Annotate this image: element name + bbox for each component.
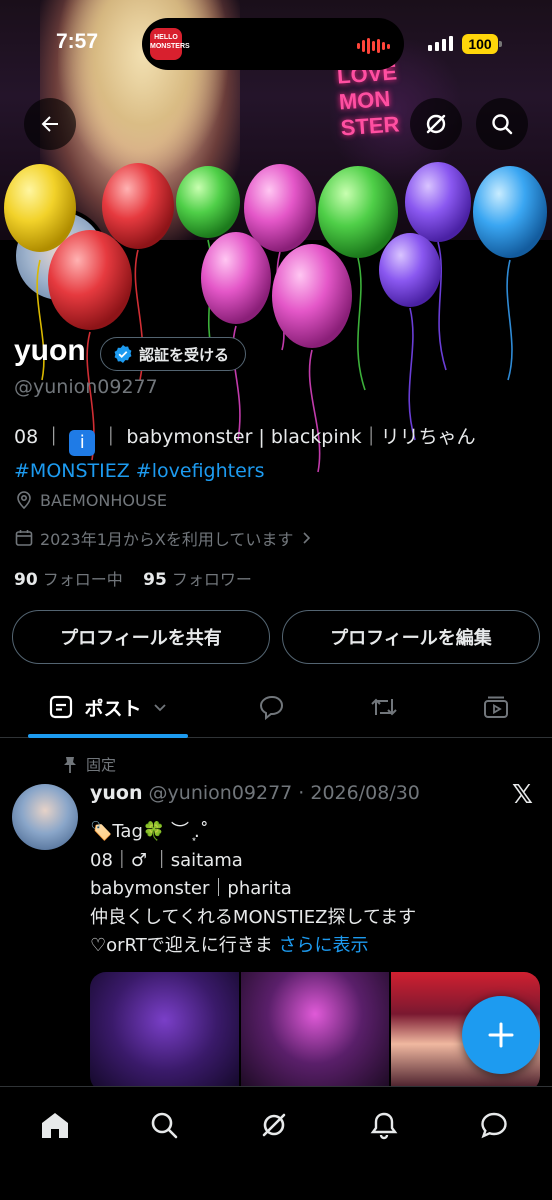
follow-counts: 90 フォロー中 95 フォロワー	[14, 566, 252, 590]
search-button[interactable]	[476, 98, 528, 150]
post-line: ♡orRTで迎えに行きま	[90, 935, 273, 956]
profile-bio: 08 ｜ i ｜ babymonster | blackpink｜リリちゃん #…	[14, 422, 544, 486]
pin-icon	[64, 756, 76, 773]
edit-profile-button[interactable]: プロフィールを編集	[282, 610, 540, 664]
profile-name: yuon	[14, 334, 86, 367]
bell-icon	[370, 1112, 398, 1140]
compose-post-button[interactable]	[462, 996, 540, 1074]
post-text[interactable]: 🏷️Tag🍀 ︶ ͙.˚ 08｜♂ ｜saitama babymonster｜p…	[90, 818, 540, 961]
followers-label: フォロワー	[171, 570, 252, 589]
media-icon	[484, 696, 508, 718]
tab-reposts[interactable]	[364, 676, 404, 738]
chevron-right-icon	[303, 532, 311, 544]
cellular-signal-icon	[428, 36, 453, 51]
nav-notifications[interactable]	[364, 1105, 404, 1145]
message-icon	[481, 1112, 507, 1139]
profile-location: BAEMONHOUSE	[14, 490, 167, 510]
search-icon	[151, 1112, 178, 1139]
status-time: 7:57	[56, 30, 99, 53]
get-verified-label: 認証を受ける	[139, 345, 230, 364]
post-media-image[interactable]	[90, 972, 239, 1092]
tab-replies[interactable]	[252, 676, 292, 738]
get-verified-button[interactable]: 認証を受ける	[100, 337, 247, 371]
followers-count: 95	[143, 570, 167, 590]
grok-icon	[262, 1113, 286, 1137]
bottom-navigation	[0, 1086, 552, 1200]
location-text: BAEMONHOUSE	[40, 490, 167, 510]
plus-icon	[488, 1022, 514, 1048]
grok-button[interactable]	[410, 98, 462, 150]
person-symbol-icon: i	[69, 430, 96, 456]
search-icon	[492, 114, 513, 135]
following-link[interactable]: 90 フォロー中	[14, 570, 123, 590]
show-more-link[interactable]: さらに表示	[278, 935, 368, 956]
active-tab-indicator	[28, 734, 188, 738]
home-icon	[42, 1113, 68, 1138]
location-pin-icon	[17, 491, 31, 510]
tab-media[interactable]	[476, 676, 516, 738]
chevron-down-icon	[153, 704, 166, 712]
post-line-last: ♡orRTで迎えに行きま さらに表示	[90, 932, 540, 961]
audio-wave-icon	[357, 38, 390, 54]
bio-hashtags[interactable]: #MONSTIEZ #lovefighters	[14, 460, 265, 482]
post-line: 08｜♂ ｜saitama	[90, 849, 243, 871]
following-count: 90	[14, 570, 38, 590]
back-button[interactable]	[24, 98, 76, 150]
post-header: yuon @yunion09277 · 2026/08/30	[90, 782, 420, 804]
pinned-indicator: 固定	[62, 754, 116, 775]
nav-grok[interactable]	[254, 1105, 294, 1145]
post-author-name[interactable]: yuon	[90, 782, 143, 804]
reply-bubble-icon	[259, 695, 284, 721]
nav-messages[interactable]	[474, 1105, 514, 1145]
post-line: babymonster｜pharita	[90, 878, 292, 899]
joined-text: 2023年1月からXを利用しています	[40, 530, 294, 549]
nav-search[interactable]	[144, 1105, 184, 1145]
share-profile-button[interactable]: プロフィールを共有	[12, 610, 270, 664]
tab-posts[interactable]: ポスト	[28, 676, 188, 738]
pinned-label: 固定	[86, 756, 117, 774]
dynamic-island[interactable]: HELLO MONSTERS	[142, 18, 404, 70]
post-author-avatar[interactable]	[12, 784, 78, 850]
calendar-icon	[15, 530, 33, 546]
post-media-image[interactable]	[240, 972, 390, 1092]
status-bar: 7:57 HELLO MONSTERS 100	[0, 0, 552, 90]
back-arrow-icon	[41, 116, 58, 132]
profile-joined-date[interactable]: 2023年1月からXを利用しています	[14, 526, 313, 550]
verified-badge-icon	[114, 345, 132, 363]
bio-text: 08 ｜	[14, 426, 64, 448]
post-line: 🏷️Tag🍀 ︶ ͙.˚	[90, 821, 209, 842]
profile-handle: @yunion09277	[14, 376, 158, 398]
post-line: 仲良くしてくれるMONSTIEZ探してます	[90, 906, 417, 928]
live-activity-app-icon: HELLO MONSTERS	[150, 28, 190, 60]
profile-avatar[interactable]	[12, 208, 108, 304]
bio-text: ｜ babymonster | blackpink｜リリちゃん	[101, 426, 476, 448]
posts-icon	[50, 695, 73, 719]
tab-posts-label: ポスト	[84, 697, 142, 720]
grok-icon	[426, 114, 446, 134]
x-logo-icon: 𝕏	[512, 780, 533, 810]
followers-link[interactable]: 95 フォロワー	[143, 570, 252, 590]
post-author-meta: @yunion09277 · 2026/08/30	[148, 782, 420, 804]
profile-tabs: ポスト	[0, 676, 552, 738]
repost-icon	[371, 698, 397, 716]
nav-home[interactable]	[35, 1105, 75, 1145]
battery-indicator: 100	[462, 34, 502, 54]
following-label: フォロー中	[42, 570, 123, 589]
